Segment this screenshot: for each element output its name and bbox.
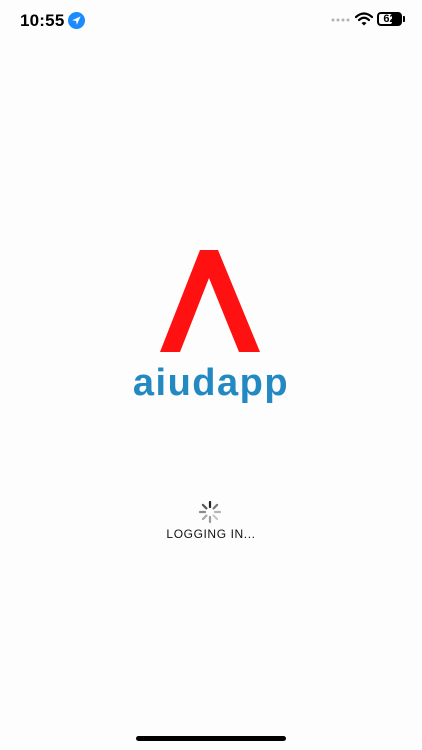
- location-arrow-icon: [68, 12, 85, 29]
- status-time: 10:55: [20, 11, 65, 30]
- battery-level-text: 62: [383, 13, 396, 25]
- home-indicator[interactable]: [136, 736, 286, 741]
- battery-icon: 62: [377, 12, 405, 26]
- aiudapp-wordmark: aiudapp: [132, 362, 290, 404]
- login-splash-screen: 10:55 62 aiudapp LOGGING IN...: [0, 0, 422, 750]
- status-bar: 10:55 62: [0, 0, 422, 44]
- wifi-icon: [355, 12, 373, 26]
- aiudapp-a-mark-icon: [160, 250, 260, 352]
- cellular-signal-icon: [331, 18, 350, 22]
- activity-spinner-icon: [198, 500, 222, 524]
- loading-status-text: LOGGING IN...: [166, 527, 256, 541]
